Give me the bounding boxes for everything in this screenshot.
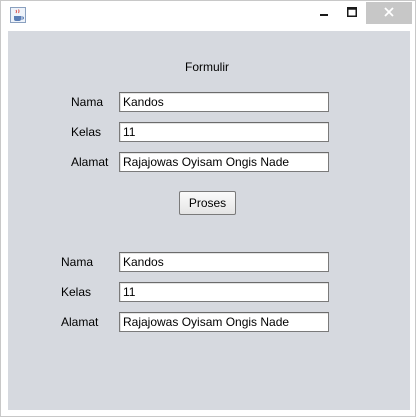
close-icon <box>384 4 394 22</box>
maximize-button[interactable] <box>338 2 366 24</box>
input-alamat-field[interactable] <box>119 152 329 172</box>
form-panel: Formulir Nama Kelas Alamat Proses Nama K… <box>8 31 410 410</box>
input-kelas-field[interactable] <box>119 122 329 142</box>
app-window: Formulir Nama Kelas Alamat Proses Nama K… <box>0 0 416 417</box>
output-alamat-label: Alamat <box>61 315 99 329</box>
input-nama-label: Nama <box>71 95 104 109</box>
proses-button[interactable]: Proses <box>179 191 236 215</box>
input-alamat-label: Alamat <box>71 155 109 169</box>
input-kelas-label: Kelas <box>71 125 102 139</box>
input-nama-field[interactable] <box>119 92 329 112</box>
form-heading: Formulir <box>185 60 229 74</box>
output-kelas-field[interactable] <box>119 282 329 302</box>
output-nama-field[interactable] <box>119 252 329 272</box>
java-cup-icon <box>10 7 26 23</box>
minimize-icon <box>319 4 329 22</box>
output-alamat-field[interactable] <box>119 312 329 332</box>
maximize-icon <box>347 4 357 22</box>
output-kelas-label: Kelas <box>61 285 92 299</box>
close-button[interactable] <box>366 2 412 24</box>
title-bar[interactable] <box>1 1 415 29</box>
minimize-button[interactable] <box>310 2 338 24</box>
output-nama-label: Nama <box>61 255 94 269</box>
